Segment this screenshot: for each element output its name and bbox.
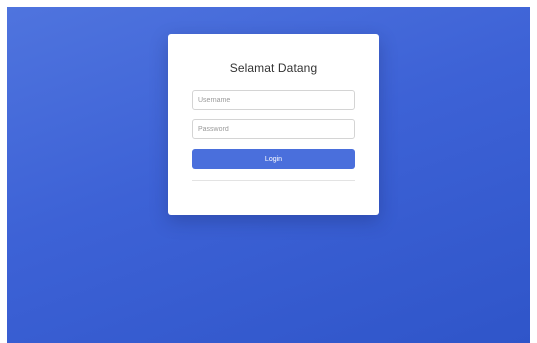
page-background: Selamat Datang Login: [7, 7, 530, 343]
card-divider: [192, 180, 355, 181]
password-input[interactable]: [192, 119, 355, 139]
login-card: Selamat Datang Login: [168, 34, 379, 215]
login-button[interactable]: Login: [192, 149, 355, 169]
username-input[interactable]: [192, 90, 355, 110]
login-title: Selamat Datang: [229, 61, 318, 75]
